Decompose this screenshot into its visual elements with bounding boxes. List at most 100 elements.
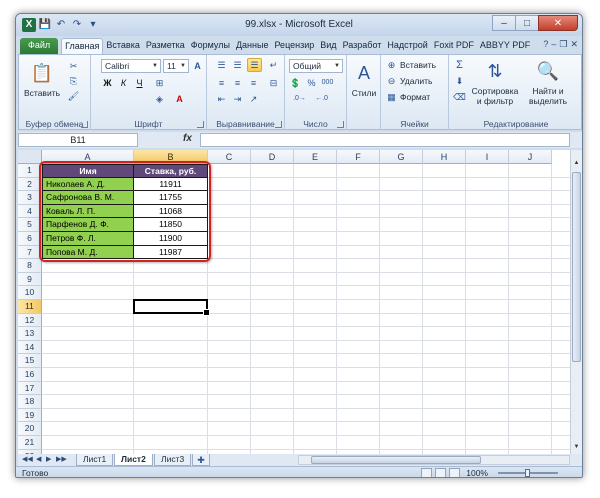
help-icon[interactable]: ? bbox=[543, 39, 548, 50]
tab-developer[interactable]: Разработ bbox=[340, 38, 385, 54]
sheet-tab-2[interactable]: Лист2 bbox=[114, 454, 153, 466]
alignment-dialog-launcher[interactable] bbox=[275, 121, 282, 128]
tab-home[interactable]: Главная bbox=[61, 38, 104, 54]
column-header-d[interactable]: D bbox=[251, 150, 294, 164]
align-left-button[interactable]: ≡ bbox=[215, 77, 228, 89]
decrease-decimal-button[interactable]: ←.0 bbox=[315, 93, 328, 105]
next-sheet-icon[interactable]: ▶ bbox=[46, 455, 51, 463]
fill-color-button[interactable]: ◈ bbox=[153, 93, 166, 105]
font-name-combo[interactable]: Calibri ▼ bbox=[101, 59, 161, 73]
clear-button[interactable]: ⌫ bbox=[453, 91, 466, 103]
tab-addins[interactable]: Надстрой bbox=[384, 38, 430, 54]
vertical-scrollbar[interactable]: ▲ ▼ bbox=[570, 150, 582, 454]
align-center-button[interactable]: ≡ bbox=[231, 77, 244, 89]
minimize-button[interactable]: – bbox=[492, 15, 516, 31]
column-header-e[interactable]: E bbox=[294, 150, 337, 164]
column-header-i[interactable]: I bbox=[466, 150, 509, 164]
number-format-combo[interactable]: Общий ▼ bbox=[289, 59, 343, 73]
tab-insert[interactable]: Вставка bbox=[103, 38, 142, 54]
decrease-indent-button[interactable]: ⇤ bbox=[215, 93, 228, 105]
increase-decimal-button[interactable]: .0→ bbox=[293, 93, 306, 105]
row-header-11[interactable]: 11 bbox=[18, 300, 42, 314]
page-layout-view-button[interactable] bbox=[435, 468, 446, 477]
row-header-8[interactable]: 8 bbox=[18, 259, 42, 273]
tab-formulas[interactable]: Формулы bbox=[188, 38, 233, 54]
autosum-button[interactable]: Σ bbox=[453, 59, 466, 71]
tab-data[interactable]: Данные bbox=[233, 38, 272, 54]
delete-cells-button[interactable]: ⊖ Удалить bbox=[385, 75, 433, 87]
row-header-9[interactable]: 9 bbox=[18, 272, 42, 287]
normal-view-button[interactable] bbox=[421, 468, 432, 477]
column-header-f[interactable]: F bbox=[337, 150, 380, 164]
workbook-minimize-button[interactable]: – bbox=[551, 39, 556, 50]
tab-file[interactable]: Файл bbox=[20, 38, 59, 54]
close-button[interactable]: ✕ bbox=[538, 15, 578, 31]
column-header-j[interactable]: J bbox=[509, 150, 552, 164]
insert-cells-button[interactable]: ⊕ Вставить bbox=[385, 59, 436, 71]
insert-function-button[interactable]: fx bbox=[183, 133, 192, 144]
thousands-button[interactable]: 000 bbox=[321, 77, 334, 89]
tab-page-layout[interactable]: Разметка bbox=[143, 38, 188, 54]
merge-button[interactable]: ⊟ bbox=[267, 77, 280, 89]
last-sheet-icon[interactable]: ▶▶ bbox=[56, 455, 67, 463]
scroll-up-icon[interactable]: ▲ bbox=[571, 158, 582, 169]
align-top-button[interactable]: ☰ bbox=[215, 59, 228, 71]
format-cells-button[interactable]: ▦ Формат bbox=[385, 91, 430, 103]
worksheet-grid[interactable]: A B C D E F G H I J 1 2 3 4 5 6 7 8 9 10 11 12 13 14 15 16 17 18 19 2… bbox=[18, 150, 582, 454]
vertical-scroll-thumb[interactable] bbox=[572, 172, 581, 362]
first-sheet-icon[interactable]: ◀◀ bbox=[22, 455, 33, 463]
name-box[interactable]: B11 bbox=[18, 133, 138, 147]
row-header-15[interactable]: 15 bbox=[18, 354, 42, 368]
row-header-17[interactable]: 17 bbox=[18, 381, 42, 396]
tab-abbyy-pdf[interactable]: ABBYY PDF bbox=[477, 38, 533, 54]
horizontal-scrollbar[interactable] bbox=[298, 455, 570, 465]
column-header-h[interactable]: H bbox=[423, 150, 466, 164]
prev-sheet-icon[interactable]: ◀ bbox=[36, 455, 41, 463]
underline-button[interactable]: Ч bbox=[133, 77, 146, 89]
align-right-button[interactable]: ≡ bbox=[247, 77, 260, 89]
workbook-restore-button[interactable]: ❐ bbox=[559, 39, 567, 50]
align-middle-button[interactable]: ☰ bbox=[231, 59, 244, 71]
bold-button[interactable]: Ж bbox=[101, 77, 114, 89]
borders-button[interactable]: ⊞ bbox=[153, 77, 166, 89]
row-header-20[interactable]: 20 bbox=[18, 422, 42, 436]
cut-button[interactable]: ✂ bbox=[67, 60, 80, 72]
fill-button[interactable]: ⬇ bbox=[453, 75, 466, 87]
copy-button[interactable]: ⎘ bbox=[67, 75, 80, 87]
row-header-10[interactable]: 10 bbox=[18, 286, 42, 300]
row-header-14[interactable]: 14 bbox=[18, 340, 42, 355]
zoom-slider[interactable] bbox=[498, 469, 558, 477]
sheet-tab-3[interactable]: Лист3 bbox=[154, 454, 192, 466]
font-size-combo[interactable]: 11 ▼ bbox=[163, 59, 189, 73]
sort-filter-button[interactable]: ⇅ Сортировка и фильтр bbox=[469, 58, 521, 106]
font-dialog-launcher[interactable] bbox=[197, 121, 204, 128]
maximize-button[interactable]: □ bbox=[515, 15, 539, 31]
tab-foxit-pdf[interactable]: Foxit PDF bbox=[431, 38, 477, 54]
row-header-16[interactable]: 16 bbox=[18, 368, 42, 382]
align-bottom-button[interactable]: ☰ bbox=[247, 58, 262, 72]
find-select-button[interactable]: 🔍 Найти и выделить bbox=[523, 58, 573, 106]
clipboard-dialog-launcher[interactable] bbox=[81, 121, 88, 128]
sheet-tab-1[interactable]: Лист1 bbox=[76, 454, 114, 466]
percent-button[interactable]: % bbox=[305, 77, 318, 89]
select-all-corner[interactable] bbox=[18, 150, 42, 164]
row-header-12[interactable]: 12 bbox=[18, 313, 42, 328]
row-header-13[interactable]: 13 bbox=[18, 327, 42, 341]
font-color-button[interactable]: A bbox=[173, 93, 186, 105]
increase-indent-button[interactable]: ⇥ bbox=[231, 93, 244, 105]
number-dialog-launcher[interactable] bbox=[337, 121, 344, 128]
wrap-text-button[interactable]: ↵ bbox=[267, 59, 280, 71]
insert-sheet-button[interactable]: ✚ bbox=[192, 454, 210, 466]
active-cell[interactable] bbox=[133, 299, 210, 316]
horizontal-scroll-thumb[interactable] bbox=[311, 456, 481, 464]
row-header-18[interactable]: 18 bbox=[18, 395, 42, 409]
styles-button[interactable]: A Стили bbox=[349, 60, 379, 98]
row-header-21[interactable]: 21 bbox=[18, 436, 42, 450]
tab-view[interactable]: Вид bbox=[317, 38, 339, 54]
orientation-button[interactable]: ↗ bbox=[247, 93, 260, 105]
paste-button[interactable]: 📋 Вставить bbox=[23, 60, 61, 98]
column-header-g[interactable]: G bbox=[380, 150, 423, 164]
column-header-c[interactable]: C bbox=[208, 150, 251, 164]
workbook-close-button[interactable]: ✕ bbox=[570, 39, 578, 50]
scroll-down-icon[interactable]: ▼ bbox=[571, 442, 582, 453]
